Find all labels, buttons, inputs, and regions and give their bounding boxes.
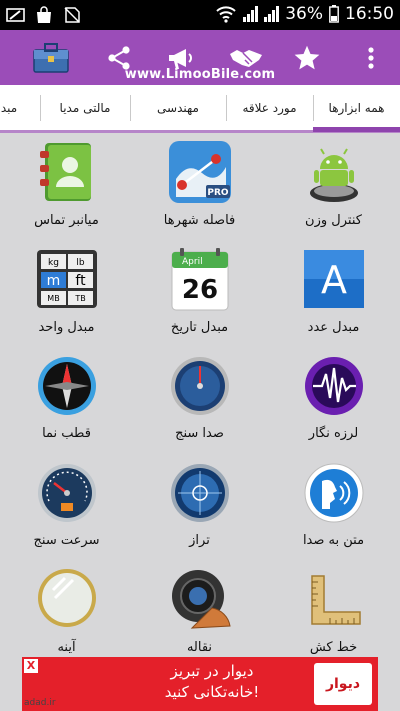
ad-close-button[interactable]: X <box>24 659 38 673</box>
contact-book-icon <box>40 143 91 201</box>
ad-line-1: دیوار در تبریز <box>170 662 254 680</box>
clock: 16:50 <box>345 4 394 24</box>
ad-source: adad.ir <box>24 698 56 708</box>
tool-sound-meter[interactable]: صدا سنج <box>133 346 266 452</box>
shopping-bag-icon <box>37 6 51 23</box>
tab-all-tools[interactable]: همه ابزارها <box>313 85 400 130</box>
tool-weight-control[interactable]: کنترل وزن <box>267 133 400 239</box>
signal-icon <box>264 6 280 22</box>
unit-cell: ft <box>75 273 86 289</box>
mirror-icon <box>38 569 96 627</box>
tool-number-converter[interactable]: A مبدل عدد <box>267 240 400 346</box>
tab-engineering[interactable]: مهندسی <box>130 85 226 130</box>
text-to-speech-icon <box>304 463 364 523</box>
tool-speedometer[interactable]: سرعت سنج <box>0 453 133 559</box>
tool-label: قطب نما <box>42 426 91 441</box>
wifi-icon <box>216 6 236 23</box>
tool-ruler[interactable]: خط کش <box>267 560 400 666</box>
letter-a-icon: A <box>304 250 364 308</box>
tool-label: میانبر تماس <box>34 213 99 228</box>
tool-label: مبدل تاریخ <box>170 320 229 335</box>
speedometer-icon <box>38 464 96 522</box>
tool-label: لرزه نگار <box>308 426 359 441</box>
tools-grid: کنترل وزن PRO فاصله شهرها میانبر تماس A <box>0 133 400 657</box>
status-bar: 36% 16:50 <box>0 0 400 30</box>
no-sim-icon <box>64 7 80 23</box>
unit-cell: lb <box>76 258 85 268</box>
sound-meter-icon <box>171 357 229 415</box>
compass-icon <box>38 357 96 415</box>
tool-text-to-speech[interactable]: متن به صدا <box>267 453 400 559</box>
tool-label: سرعت سنج <box>33 533 100 548</box>
letter-icon-text: A <box>321 258 347 302</box>
ad-banner[interactable]: X دیوار در تبریز خانه‌تکانی کنید! دیوار <box>22 657 378 711</box>
ad-logo: دیوار <box>314 663 372 705</box>
tool-city-distance[interactable]: PRO فاصله شهرها <box>133 133 266 239</box>
unit-cell: TB <box>74 294 85 303</box>
tool-label: مبدل عدد <box>307 320 360 335</box>
tool-label: خط کش <box>309 640 358 655</box>
battery-icon <box>329 5 339 23</box>
tool-label: فاصله شهرها <box>163 213 236 228</box>
level-icon <box>171 464 229 522</box>
battery-saver-icon <box>6 8 25 22</box>
website-link[interactable]: www.LimooBile.com <box>0 67 400 82</box>
tool-label: نقاله <box>186 640 213 655</box>
tool-contact-shortcut[interactable]: میانبر تماس <box>0 133 133 239</box>
tool-seismograph[interactable]: لرزه نگار <box>267 346 400 452</box>
tool-label: صدا سنج <box>175 426 224 441</box>
tool-unit-converter[interactable]: kg lb m ft MB TB مبدل واحد <box>0 240 133 346</box>
unit-converter-icon: kg lb m ft MB TB <box>37 250 97 308</box>
tool-label: تراز <box>189 533 210 548</box>
calendar-month: April <box>182 257 203 267</box>
calendar-icon: April 26 <box>171 248 229 311</box>
map-distance-icon: PRO <box>169 141 231 203</box>
tool-compass[interactable]: قطب نما <box>0 346 133 452</box>
tool-label: کنترل وزن <box>305 213 362 228</box>
tab-multimedia[interactable]: مالتی مدیا <box>40 85 130 130</box>
unit-cell: kg <box>48 258 59 268</box>
tool-label: مبدل واحد <box>38 320 95 335</box>
ad-line-2: خانه‌تکانی کنید! <box>164 683 260 701</box>
tab-indicator <box>313 127 400 132</box>
tool-date-converter[interactable]: April 26 مبدل تاریخ <box>133 240 266 346</box>
tool-label: متن به صدا <box>302 533 365 548</box>
app-bar: www.LimooBile.com <box>0 30 400 85</box>
tab-converters[interactable]: مبد <box>0 85 40 130</box>
tool-protractor[interactable]: نقاله <box>133 560 266 666</box>
calendar-day: 26 <box>182 275 218 305</box>
unit-cell: m <box>47 273 61 289</box>
ruler-icon <box>311 575 361 625</box>
tool-mirror[interactable]: آینه <box>0 560 133 666</box>
android-scale-icon <box>310 148 358 202</box>
tab-favorites[interactable]: مورد علاقه <box>226 85 313 130</box>
category-tabs: همه ابزارها مورد علاقه مهندسی مالتی مدیا… <box>0 85 400 133</box>
unit-cell: MB <box>47 294 59 303</box>
seismograph-icon <box>305 357 363 415</box>
tool-label: آینه <box>57 640 76 655</box>
ad-text: دیوار در تبریز خانه‌تکانی کنید! <box>112 661 312 703</box>
map-icon-badge: PRO <box>207 188 229 198</box>
tool-level[interactable]: تراز <box>133 453 266 559</box>
signal-icon <box>243 6 259 22</box>
battery-percent: 36% <box>285 4 323 24</box>
protractor-icon <box>172 570 231 629</box>
